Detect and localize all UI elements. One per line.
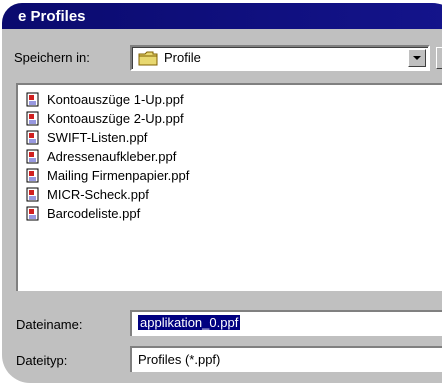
file-name: Kontoauszüge 1-Up.ppf <box>47 92 184 107</box>
file-item[interactable]: SWIFT-Listen.ppf <box>26 128 147 147</box>
file-name: Kontoauszüge 2-Up.ppf <box>47 111 184 126</box>
file-item[interactable]: Kontoauszüge 2-Up.ppf <box>26 109 184 128</box>
file-name: SWIFT-Listen.ppf <box>47 130 148 145</box>
ppf-file-icon <box>26 187 39 202</box>
ppf-file-icon <box>26 149 39 164</box>
file-list[interactable]: Kontoauszüge 1-Up.ppf Kontoauszüge 2-Up.… <box>16 83 442 291</box>
save-dialog: e Profiles Speichern in: Profile Kontoau… <box>2 3 442 383</box>
filetype-dropdown[interactable]: Profiles (*.ppf) <box>130 346 442 372</box>
filename-value: applikation_0.ppf <box>136 314 242 331</box>
file-item[interactable]: Kontoauszüge 1-Up.ppf <box>26 90 184 109</box>
file-name: Adressenaufkleber.ppf <box>47 149 177 164</box>
file-name: MICR-Scheck.ppf <box>47 187 149 202</box>
ppf-file-icon <box>26 206 39 221</box>
file-item[interactable]: Barcodeliste.ppf <box>26 204 140 223</box>
lookin-value: Profile <box>164 50 201 65</box>
toolbar-button[interactable] <box>436 47 442 69</box>
chevron-down-icon[interactable] <box>408 49 426 67</box>
file-item[interactable]: Adressenaufkleber.ppf <box>26 147 176 166</box>
lookin-label: Speichern in: <box>14 50 90 65</box>
ppf-file-icon <box>26 168 39 183</box>
folder-icon <box>138 51 158 66</box>
ppf-file-icon <box>26 130 39 145</box>
filename-input[interactable]: applikation_0.ppf <box>130 310 442 336</box>
ppf-file-icon <box>26 92 39 107</box>
filetype-value: Profiles (*.ppf) <box>138 352 221 367</box>
lookin-dropdown[interactable]: Profile <box>130 45 430 71</box>
file-item[interactable]: MICR-Scheck.ppf <box>26 185 149 204</box>
filetype-label: Dateityp: <box>16 353 68 368</box>
filename-label: Dateiname: <box>16 317 83 332</box>
file-item[interactable]: Mailing Firmenpapier.ppf <box>26 166 189 185</box>
dialog-title: e Profiles <box>18 8 86 25</box>
title-bar[interactable]: e Profiles <box>2 3 442 29</box>
ppf-file-icon <box>26 111 39 126</box>
file-name: Barcodeliste.ppf <box>47 206 141 221</box>
file-name: Mailing Firmenpapier.ppf <box>47 168 190 183</box>
